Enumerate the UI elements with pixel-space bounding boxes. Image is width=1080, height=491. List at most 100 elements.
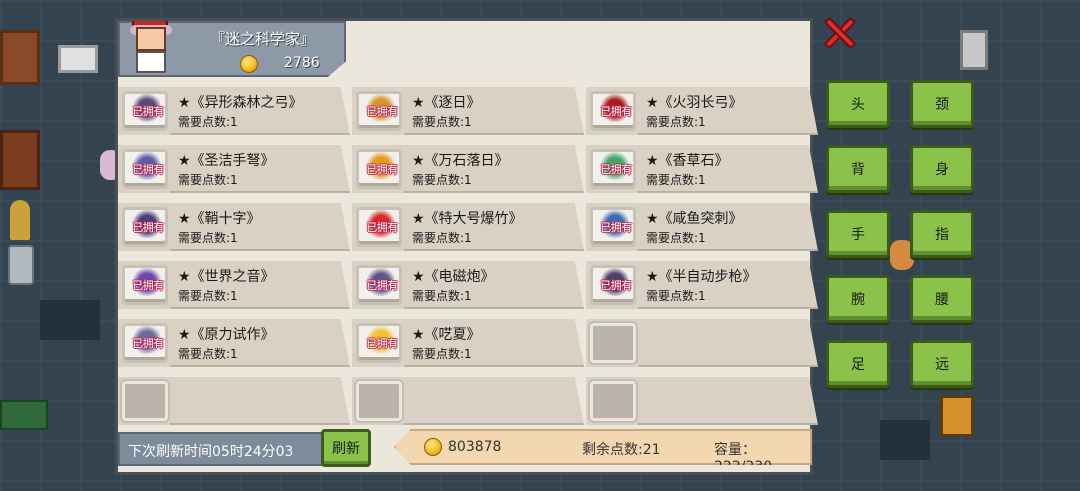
item-cost: 需要点数:1	[412, 347, 472, 361]
item-cell[interactable]: 已拥有 ★《香草石》 需要点数:1	[586, 145, 818, 193]
table-decoration	[58, 45, 98, 73]
item-cell[interactable]: 已拥有 ★《呓夏》 需要点数:1	[352, 319, 584, 367]
owned-badge: 已拥有	[366, 221, 398, 234]
merchant-title: 『迷之科学家』	[210, 30, 316, 48]
owned-badge: 已拥有	[132, 337, 164, 350]
item-cost: 需要点数:1	[412, 231, 472, 245]
gold-balance: 803878	[448, 439, 502, 455]
owned-badge: 已拥有	[600, 221, 632, 234]
item-cell[interactable]: 已拥有 ★《圣洁手弩》 需要点数:1	[118, 145, 350, 193]
item-cost: 需要点数:1	[178, 173, 238, 187]
floor-grate-decoration	[880, 420, 930, 460]
machine-decoration	[940, 395, 974, 437]
item-name: ★《异形森林之弓》	[178, 95, 303, 111]
equip-slot-button[interactable]: 腕	[826, 275, 890, 323]
item-slot[interactable]: 已拥有	[122, 91, 168, 131]
refresh-timer-text: 下次刷新时间05时24分03	[128, 444, 294, 460]
item-cell[interactable]: 已拥有 ★《电磁炮》 需要点数:1	[352, 261, 584, 309]
shop-panel: 『迷之科学家』 2786 已拥有 ★《异形森林之弓》 需要点数:1 已拥有 ★《逐日》需…	[115, 18, 818, 475]
item-cell[interactable]: 已拥有 ★《半自动步枪》 需要点数:1	[586, 261, 818, 309]
equip-slot-button[interactable]: 手	[826, 210, 890, 258]
item-cost: 需要点数:1	[178, 289, 238, 303]
item-name: ★《鞘十字》	[178, 211, 261, 227]
item-cell[interactable]: 已拥有 ★《咸鱼突刺》 需要点数:1	[586, 203, 818, 251]
empty-item-cell[interactable]	[586, 319, 818, 367]
item-name: ★《逐日》	[412, 95, 481, 111]
gold-coin-icon	[240, 55, 258, 73]
equip-slot-button[interactable]: 指	[910, 210, 974, 258]
owned-badge: 已拥有	[366, 279, 398, 292]
lab-machine-decoration	[960, 30, 988, 70]
floor-grate-decoration	[40, 300, 100, 340]
item-name: ★《香草石》	[646, 153, 729, 169]
item-row: 已拥有 ★《圣洁手弩》 需要点数:1 已拥有 ★《万石落日》 需要点数:1 已拥有 ★《香草石…	[118, 145, 818, 193]
item-slot[interactable]: 已拥有	[590, 149, 636, 189]
item-slot[interactable]: 已拥有	[356, 207, 402, 247]
merchant-coin-count: 2786	[284, 55, 320, 71]
item-cost: 需要点数:1	[412, 289, 472, 303]
item-slot[interactable]: 已拥有	[590, 91, 636, 131]
item-slot[interactable]: 已拥有	[122, 207, 168, 247]
empty-item-cell[interactable]	[118, 377, 350, 425]
item-slot[interactable]	[590, 381, 636, 421]
item-slot[interactable]: 已拥有	[122, 149, 168, 189]
equip-slot-button[interactable]: 远	[910, 340, 974, 388]
item-slot[interactable]	[590, 323, 636, 363]
owned-badge: 已拥有	[132, 105, 164, 118]
item-name: ★《咸鱼突刺》	[646, 211, 743, 227]
item-row	[118, 377, 818, 425]
item-cost: 需要点数:1	[646, 231, 706, 245]
item-cell[interactable]: 已拥有 ★《火羽长弓》 需要点数:1	[586, 87, 818, 135]
item-cell[interactable]: 已拥有 ★《逐日》 需要点数:1	[352, 87, 584, 135]
item-row: 已拥有 ★《异形森林之弓》 需要点数:1 已拥有 ★《逐日》 需要点数:1 已拥有 ★《火羽长…	[118, 87, 818, 135]
item-cell[interactable]: 已拥有 ★《世界之音》 需要点数:1	[118, 261, 350, 309]
item-slot[interactable]	[122, 381, 168, 421]
item-slot[interactable]: 已拥有	[356, 265, 402, 305]
item-slot[interactable]: 已拥有	[356, 149, 402, 189]
item-slot[interactable]: 已拥有	[122, 323, 168, 363]
empty-item-cell[interactable]	[586, 377, 818, 425]
item-slot[interactable]: 已拥有	[122, 265, 168, 305]
item-name: ★《万石落日》	[412, 153, 509, 169]
item-row: 已拥有 ★《原力试作》 需要点数:1 已拥有 ★《呓夏》 需要点数:1	[118, 319, 818, 367]
item-slot[interactable]	[356, 381, 402, 421]
item-name: ★《世界之音》	[178, 269, 275, 285]
owned-badge: 已拥有	[132, 221, 164, 234]
equip-slot-button[interactable]: 腰	[910, 275, 974, 323]
player-stats-bar: 803878 剩余点数:21 容量：222/230	[394, 429, 812, 465]
item-cost: 需要点数:1	[646, 289, 706, 303]
equip-slot-button[interactable]: 足	[826, 340, 890, 388]
item-name: ★《火羽长弓》	[646, 95, 743, 111]
item-slot[interactable]: 已拥有	[356, 323, 402, 363]
item-name: ★《圣洁手弩》	[178, 153, 275, 169]
item-cost: 需要点数:1	[412, 173, 472, 187]
item-cell[interactable]: 已拥有 ★《鞘十字》 需要点数:1	[118, 203, 350, 251]
owned-badge: 已拥有	[366, 163, 398, 176]
owned-badge: 已拥有	[132, 279, 164, 292]
refresh-button[interactable]: 刷新	[321, 429, 371, 467]
cabinet-decoration	[0, 30, 40, 85]
equip-slot-button[interactable]: 背	[826, 145, 890, 193]
item-row: 已拥有 ★《鞘十字》 需要点数:1 已拥有 ★《特大号爆竹》 需要点数:1 已拥有 ★《咸鱼突…	[118, 203, 818, 251]
empty-item-cell[interactable]	[352, 377, 584, 425]
plant-decoration	[10, 200, 30, 240]
close-icon[interactable]	[822, 16, 857, 50]
equip-slot-button[interactable]: 颈	[910, 80, 974, 128]
item-cost: 需要点数:1	[178, 347, 238, 361]
item-cell[interactable]: 已拥有 ★《原力试作》 需要点数:1	[118, 319, 350, 367]
item-slot[interactable]: 已拥有	[590, 207, 636, 247]
owned-badge: 已拥有	[600, 163, 632, 176]
item-cell[interactable]: 已拥有 ★《异形森林之弓》 需要点数:1	[118, 87, 350, 135]
equip-slot-button[interactable]: 头	[826, 80, 890, 128]
owned-badge: 已拥有	[366, 105, 398, 118]
capacity-text: 容量：222/230	[714, 442, 773, 475]
item-slot[interactable]: 已拥有	[356, 91, 402, 131]
owned-badge: 已拥有	[600, 279, 632, 292]
item-cost: 需要点数:1	[646, 115, 706, 129]
merchant-header: 『迷之科学家』 2786	[118, 21, 346, 77]
refresh-timer-box: 下次刷新时间05时24分03	[118, 432, 324, 466]
item-slot[interactable]: 已拥有	[590, 265, 636, 305]
item-cell[interactable]: 已拥有 ★《特大号爆竹》 需要点数:1	[352, 203, 584, 251]
equip-slot-button[interactable]: 身	[910, 145, 974, 193]
item-cell[interactable]: 已拥有 ★《万石落日》 需要点数:1	[352, 145, 584, 193]
